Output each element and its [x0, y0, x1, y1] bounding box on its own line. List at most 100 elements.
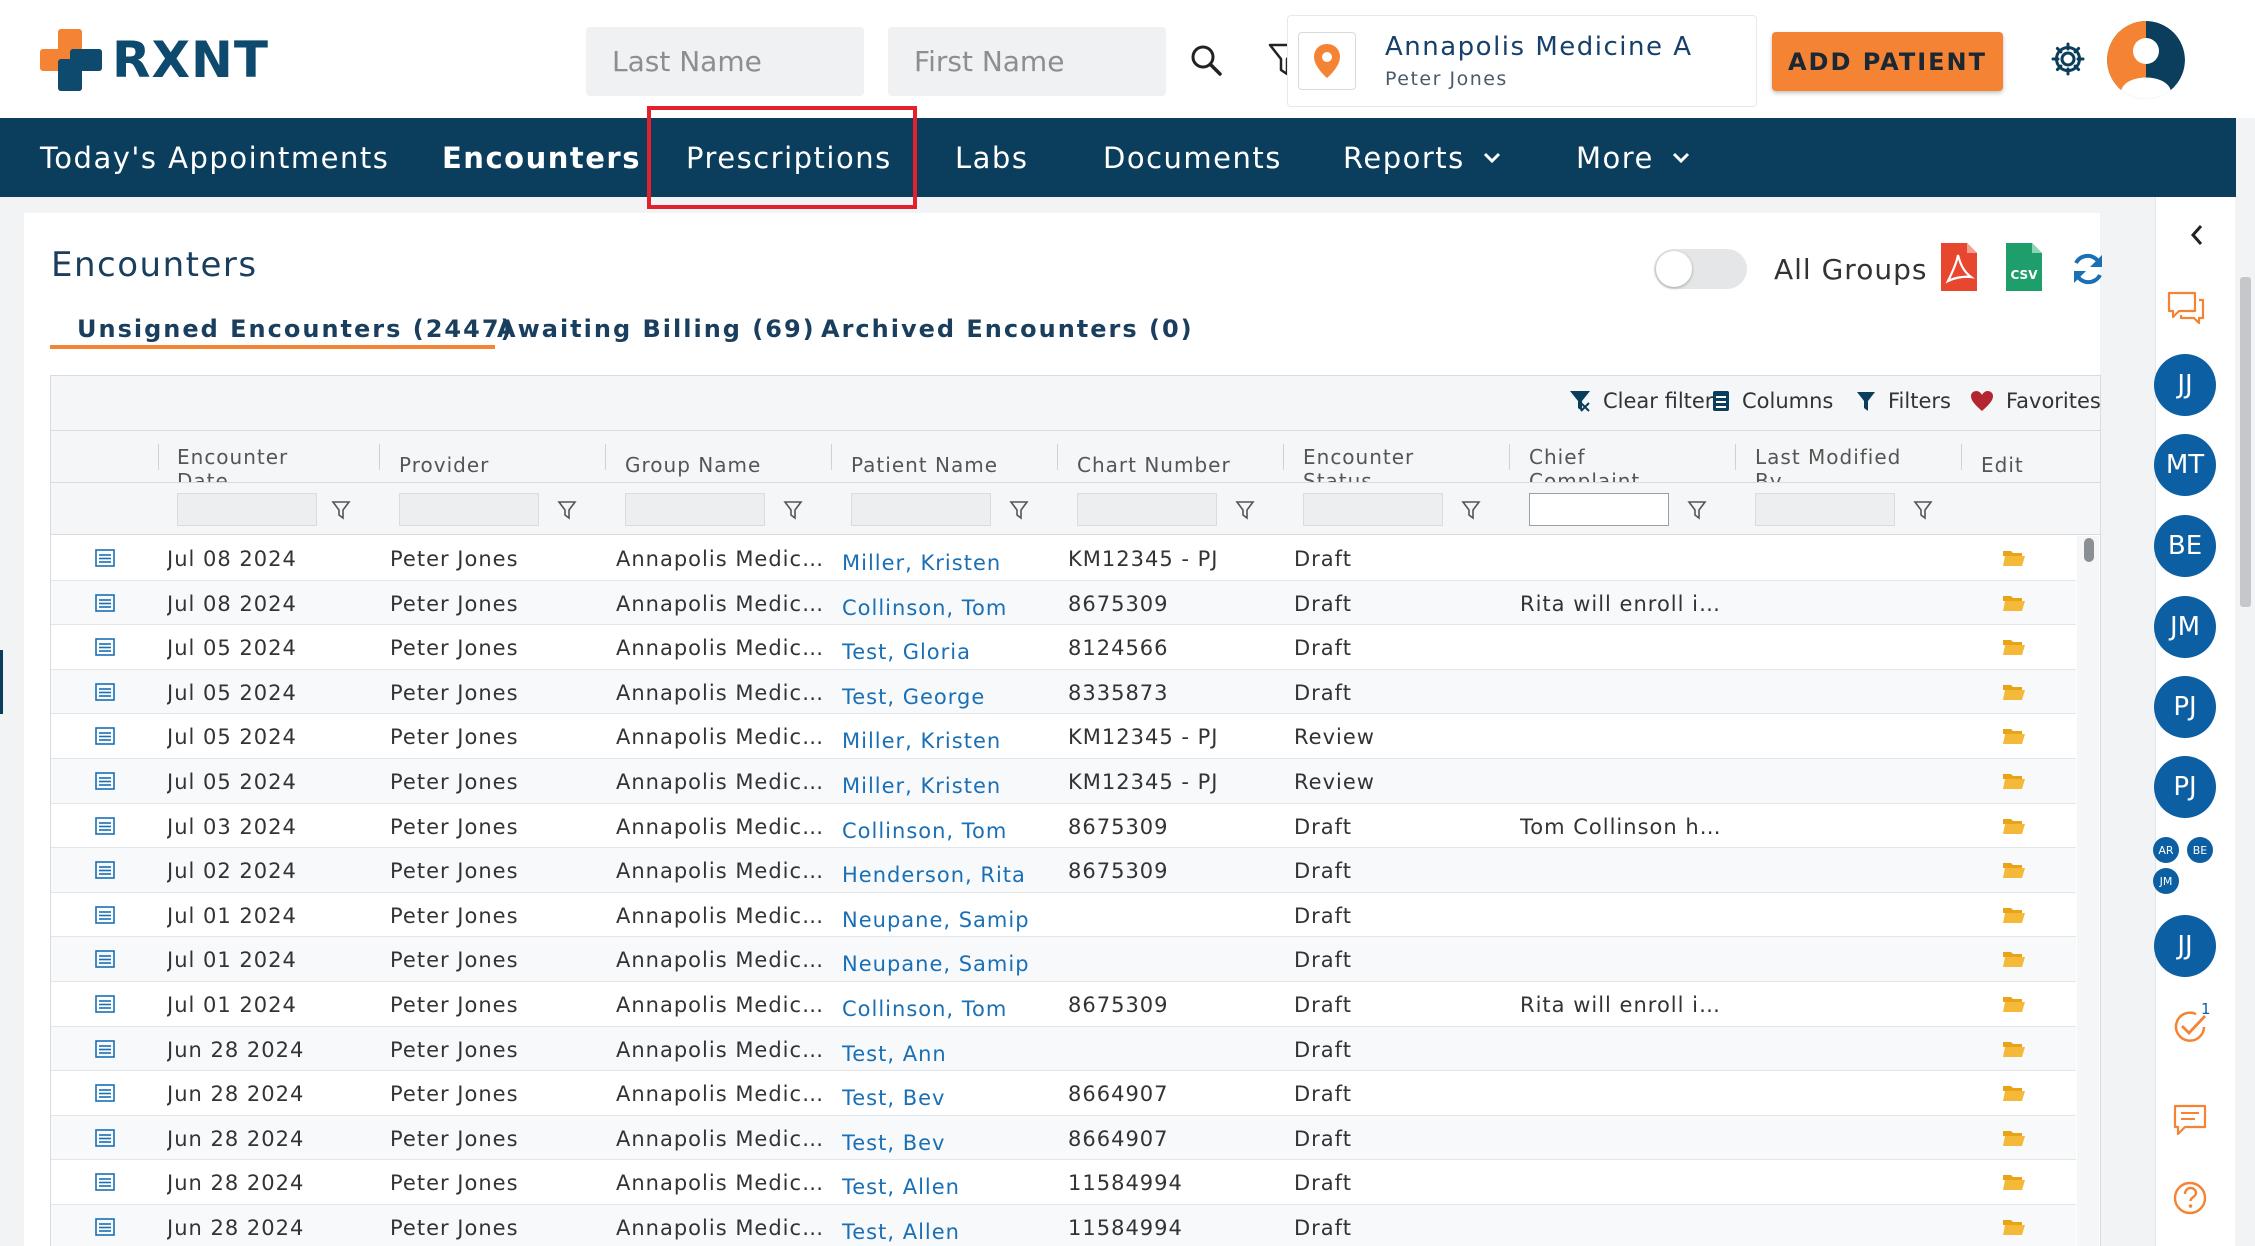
table-row[interactable]: Jun 28 2024 Peter Jones Annapolis Medicin.…	[51, 1205, 2076, 1246]
tab-unsigned-encounters[interactable]: Unsigned Encounters (2447)	[77, 315, 514, 343]
folder-icon[interactable]	[2002, 1084, 2026, 1102]
rail-user-avatar[interactable]: PJ	[2154, 676, 2216, 738]
document-list-icon[interactable]	[95, 1084, 115, 1102]
folder-icon[interactable]	[2002, 727, 2026, 745]
nav-documents[interactable]: Documents	[1103, 118, 1282, 197]
table-row[interactable]: Jul 08 2024 Peter Jones Annapolis Medicin.…	[51, 536, 2076, 581]
nav-prescriptions[interactable]: Prescriptions	[686, 118, 892, 197]
folder-icon[interactable]	[2002, 638, 2026, 656]
folder-icon[interactable]	[2002, 772, 2026, 790]
help-button[interactable]	[2170, 1178, 2210, 1218]
folder-icon[interactable]	[2002, 861, 2026, 879]
col-encounter-status[interactable]: Encounter Status	[1303, 431, 1443, 482]
export-csv-button[interactable]: CSV	[2003, 241, 2045, 293]
filter-chart-number-input[interactable]	[1077, 493, 1217, 526]
grid-vertical-scrollbar[interactable]	[2077, 536, 2099, 1246]
left-edge-tab[interactable]	[0, 650, 3, 714]
table-row[interactable]: Jul 05 2024 Peter Jones Annapolis Medicin.…	[51, 669, 2076, 715]
nav-more[interactable]: More	[1576, 118, 1690, 197]
table-row[interactable]: Jul 05 2024 Peter Jones Annapolis Medicin.…	[51, 714, 2076, 759]
cell-patient-name[interactable]: Test, Allen	[842, 1175, 1052, 1199]
columns-button[interactable]: Columns	[1712, 389, 1833, 413]
cell-patient-name[interactable]: Henderson, Rita	[842, 863, 1052, 887]
add-patient-button[interactable]: ADD PATIENT	[1772, 32, 2003, 91]
folder-icon[interactable]	[2002, 1218, 2026, 1236]
document-list-icon[interactable]	[95, 593, 115, 612]
col-encounter-date[interactable]: Encounter Date	[177, 431, 317, 482]
folder-icon[interactable]	[2002, 549, 2026, 567]
filter-icon[interactable]	[557, 500, 577, 520]
tab-archived-encounters[interactable]: Archived Encounters (0)	[821, 315, 1194, 343]
rail-user-avatar[interactable]: BE	[2154, 515, 2216, 577]
cell-patient-name[interactable]: Test, Allen	[842, 1220, 1052, 1244]
cell-patient-name[interactable]: Test, Bev	[842, 1086, 1052, 1110]
table-row[interactable]: Jul 08 2024 Peter Jones Annapolis Medicin.…	[51, 580, 2076, 626]
filter-icon[interactable]	[783, 500, 803, 520]
settings-button[interactable]	[2049, 40, 2087, 78]
document-list-icon[interactable]	[95, 772, 115, 790]
filter-group-name-input[interactable]	[625, 493, 765, 526]
filter-chief-complaint-input[interactable]	[1529, 493, 1669, 526]
document-list-icon[interactable]	[95, 1128, 115, 1147]
rail-user-avatar[interactable]: JJ	[2154, 915, 2216, 977]
collapse-rail-button[interactable]	[2182, 220, 2212, 250]
folder-icon[interactable]	[2002, 594, 2026, 612]
filter-icon[interactable]	[1009, 500, 1029, 520]
table-row[interactable]: Jun 28 2024 Peter Jones Annapolis Medicin.…	[51, 1115, 2076, 1161]
cell-patient-name[interactable]: Miller, Kristen	[842, 774, 1052, 798]
table-row[interactable]: Jul 02 2024 Peter Jones Annapolis Medicin.…	[51, 848, 2076, 893]
rail-user-avatar[interactable]: MT	[2154, 434, 2216, 496]
document-list-icon[interactable]	[95, 950, 115, 969]
col-chart-number[interactable]: Chart Number	[1077, 431, 1277, 482]
document-list-icon[interactable]	[95, 1173, 115, 1192]
filter-icon[interactable]	[1687, 500, 1707, 520]
table-row[interactable]: Jul 01 2024 Peter Jones Annapolis Medicin.…	[51, 893, 2076, 938]
rail-user-avatar[interactable]: PJ	[2154, 756, 2216, 818]
table-row[interactable]: Jul 05 2024 Peter Jones Annapolis Medicin.…	[51, 625, 2076, 670]
cell-patient-name[interactable]: Test, Bev	[842, 1131, 1052, 1155]
folder-icon[interactable]	[2002, 1040, 2026, 1058]
filter-provider-input[interactable]	[399, 493, 539, 526]
cell-patient-name[interactable]: Collinson, Tom	[842, 596, 1052, 620]
page-scroll-thumb[interactable]	[2240, 277, 2251, 607]
first-name-input[interactable]	[888, 27, 1166, 96]
folder-icon[interactable]	[2002, 1129, 2026, 1147]
table-row[interactable]: Jun 28 2024 Peter Jones Annapolis Medicin.…	[51, 1071, 2076, 1116]
folder-icon[interactable]	[2002, 950, 2026, 968]
cell-patient-name[interactable]: Neupane, Samip	[842, 952, 1052, 976]
tab-awaiting-billing[interactable]: Awaiting Billing (69)	[497, 315, 816, 343]
folder-icon[interactable]	[2002, 683, 2026, 701]
document-list-icon[interactable]	[95, 995, 115, 1013]
cell-patient-name[interactable]: Test, Ann	[842, 1042, 1052, 1066]
document-list-icon[interactable]	[95, 861, 115, 879]
cell-patient-name[interactable]: Miller, Kristen	[842, 551, 1052, 575]
filter-icon[interactable]	[1461, 500, 1481, 520]
nav-reports[interactable]: Reports	[1343, 118, 1501, 197]
filter-icon[interactable]	[1913, 500, 1933, 520]
rail-small-avatar[interactable]: BE	[2187, 837, 2213, 863]
nav-todays-appointments[interactable]: Today's Appointments	[40, 118, 389, 197]
cell-patient-name[interactable]: Miller, Kristen	[842, 729, 1052, 753]
table-row[interactable]: Jul 03 2024 Peter Jones Annapolis Medicin.…	[51, 804, 2076, 849]
col-last-modified-by[interactable]: Last Modified By	[1755, 431, 1905, 482]
filter-last-modified-by-input[interactable]	[1755, 493, 1895, 526]
col-patient-name[interactable]: Patient Name	[851, 431, 1051, 482]
document-list-icon[interactable]	[95, 549, 115, 567]
rxnt-logo[interactable]: RXNT	[40, 29, 269, 91]
rail-small-avatar[interactable]: JM	[2153, 868, 2179, 894]
col-group-name[interactable]: Group Name	[625, 431, 805, 482]
location-selector[interactable]: Annapolis Medicine A Peter Jones	[1287, 15, 1757, 107]
clear-filters-button[interactable]: Clear filters	[1569, 389, 1724, 413]
table-row[interactable]: Jul 01 2024 Peter Jones Annapolis Medicin.…	[51, 982, 2076, 1027]
nav-encounters[interactable]: Encounters	[442, 118, 641, 197]
all-groups-toggle[interactable]	[1654, 249, 1747, 289]
document-list-icon[interactable]	[95, 1218, 115, 1236]
document-list-icon[interactable]	[95, 905, 115, 924]
rail-small-avatar[interactable]: AR	[2153, 837, 2179, 863]
refresh-button[interactable]	[2068, 249, 2108, 289]
folder-icon[interactable]	[2002, 995, 2026, 1013]
filter-icon[interactable]	[331, 500, 351, 520]
document-list-icon[interactable]	[95, 682, 115, 701]
folder-icon[interactable]	[2002, 1173, 2026, 1191]
rail-user-avatar[interactable]: JJ	[2154, 354, 2216, 416]
